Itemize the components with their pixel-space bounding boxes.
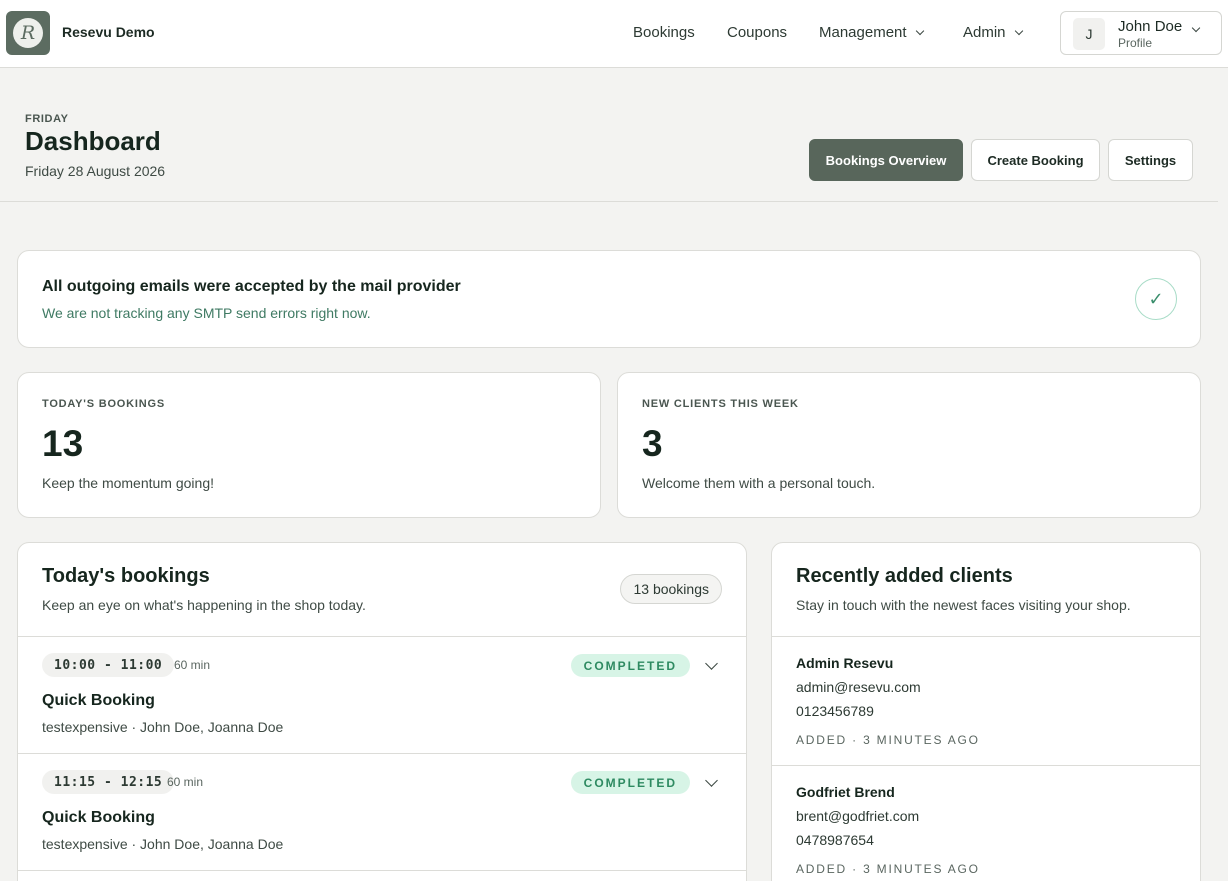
email-status-text: We are not tracking any SMTP send errors… <box>42 305 371 321</box>
nav-bookings[interactable]: Bookings <box>633 24 695 41</box>
page-date: Friday 28 August 2026 <box>25 163 166 179</box>
panel-subtitle: Keep an eye on what's happening in the s… <box>42 597 366 613</box>
avatar: J <box>1073 18 1105 50</box>
booking-time: 10:00 - 11:00 <box>42 653 175 677</box>
panel-title: Today's bookings <box>42 565 210 587</box>
client-email[interactable]: admin@resevu.com <box>796 679 921 695</box>
todays-bookings-panel: Today's bookings Keep an eye on what's h… <box>17 542 747 881</box>
create-booking-button[interactable]: Create Booking <box>971 139 1100 181</box>
stat-label: TODAY'S BOOKINGS <box>42 398 165 410</box>
stat-value: 3 <box>642 423 663 464</box>
logo-letter: R <box>13 18 43 48</box>
stat-card-new-clients: NEW CLIENTS THIS WEEK 3 Welcome them wit… <box>617 372 1201 518</box>
booking-row[interactable]: 10:00 - 11:00 60 min COMPLETED Quick Boo… <box>18 636 746 753</box>
nav-coupons-label: Coupons <box>727 24 788 41</box>
stat-note: Keep the momentum going! <box>42 475 214 491</box>
client-list-item[interactable]: Godfriet Brend brent@godfriet.com 047898… <box>772 765 1200 881</box>
booking-name: Quick Booking <box>42 692 155 709</box>
profile-menu[interactable]: J John Doe Profile <box>1060 11 1222 55</box>
nav-admin[interactable]: Admin <box>963 24 1023 41</box>
chevron-down-icon <box>915 26 924 35</box>
top-navigation-bar: R Resevu Demo Bookings Coupons Managemen… <box>0 0 1228 68</box>
status-badge: COMPLETED <box>570 654 690 677</box>
chevron-down-icon <box>1014 26 1023 35</box>
chevron-down-icon[interactable] <box>705 657 718 670</box>
client-name: Admin Resevu <box>796 655 894 671</box>
booking-time: 11:15 - 12:15 <box>42 770 175 794</box>
booking-meta: testexpensive · John Doe, Joanna Doe <box>42 719 284 735</box>
nav-coupons[interactable]: Coupons <box>727 24 787 41</box>
profile-name: John Doe <box>1118 18 1183 35</box>
client-name: Godfriet Brend <box>796 784 895 800</box>
stat-label: NEW CLIENTS THIS WEEK <box>642 398 799 410</box>
stat-value: 13 <box>42 423 84 464</box>
bookings-overview-button[interactable]: Bookings Overview <box>809 139 963 181</box>
email-status-card: All outgoing emails were accepted by the… <box>17 250 1201 348</box>
client-added-time: ADDED · 3 MINUTES AGO <box>796 862 980 876</box>
app-logo[interactable]: R <box>6 11 50 55</box>
booking-name: Quick Booking <box>42 809 155 826</box>
day-eyebrow: FRIDAY <box>25 113 69 125</box>
client-email[interactable]: brent@godfriet.com <box>796 808 919 824</box>
page-title: Dashboard <box>25 126 161 156</box>
row-divider <box>18 870 746 871</box>
client-list-item[interactable]: Admin Resevu admin@resevu.com 0123456789… <box>772 636 1200 765</box>
chevron-down-icon <box>1191 23 1201 33</box>
panel-title: Recently added clients <box>796 565 1013 587</box>
recent-clients-panel: Recently added clients Stay in touch wit… <box>771 542 1201 881</box>
booking-duration: 60 min <box>174 658 211 672</box>
app-name[interactable]: Resevu Demo <box>62 24 155 40</box>
check-icon: ✓ <box>1135 278 1177 320</box>
client-added-time: ADDED · 3 MINUTES AGO <box>796 733 980 747</box>
settings-button[interactable]: Settings <box>1108 139 1193 181</box>
panel-subtitle: Stay in touch with the newest faces visi… <box>796 597 1131 613</box>
stat-note: Welcome them with a personal touch. <box>642 475 876 491</box>
booking-meta: testexpensive · John Doe, Joanna Doe <box>42 836 284 852</box>
chevron-down-icon[interactable] <box>705 774 718 787</box>
nav-bookings-label: Bookings <box>633 24 695 41</box>
client-phone[interactable]: 0123456789 <box>796 703 874 719</box>
profile-subtitle: Profile <box>1118 36 1153 50</box>
nav-management-label: Management <box>819 24 907 41</box>
header-divider <box>0 201 1218 202</box>
bookings-count-badge: 13 bookings <box>620 574 722 604</box>
client-phone[interactable]: 0478987654 <box>796 832 874 848</box>
nav-management[interactable]: Management <box>819 24 924 41</box>
email-status-title: All outgoing emails were accepted by the… <box>42 278 461 295</box>
booking-row[interactable]: 11:15 - 12:15 60 min COMPLETED Quick Boo… <box>18 753 746 870</box>
stat-card-todays-bookings: TODAY'S BOOKINGS 13 Keep the momentum go… <box>17 372 601 518</box>
booking-duration: 60 min <box>167 775 204 789</box>
nav-admin-label: Admin <box>963 24 1006 41</box>
status-badge: COMPLETED <box>570 771 690 794</box>
